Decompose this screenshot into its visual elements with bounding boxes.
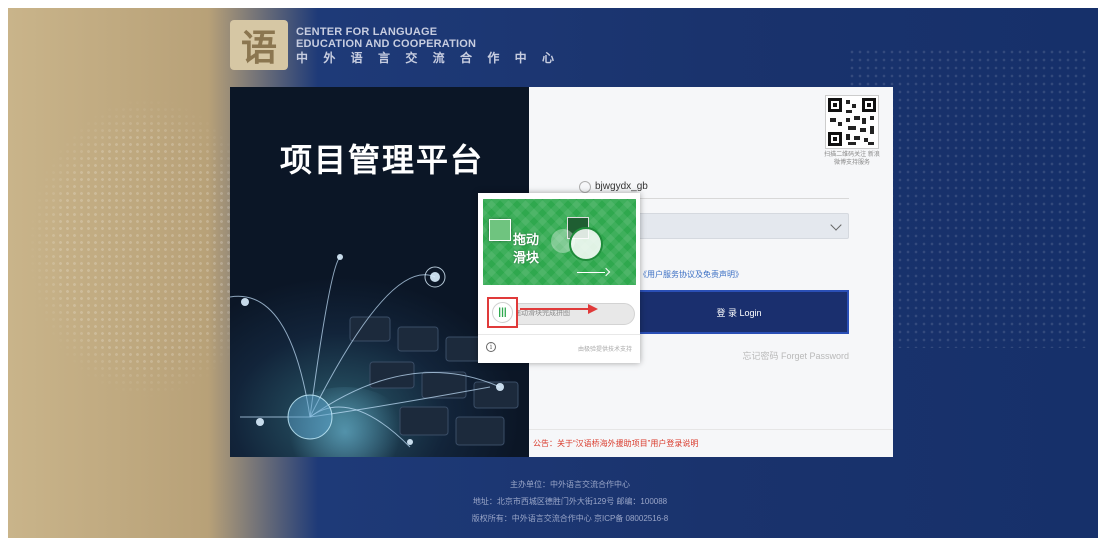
- drag-hint-line-1: 拖动: [513, 232, 540, 247]
- puzzle-piece: [489, 219, 511, 241]
- qr-caption: 扫描二维码关注 新浪微博支持服务: [824, 152, 880, 166]
- footer: 主办单位：中外语言交流合作中心 地址：北京市西城区德胜门外大街129号 邮编：1…: [380, 476, 760, 527]
- captcha-image: 拖动 滑块: [483, 199, 636, 285]
- footer-host: 主办单位：中外语言交流合作中心: [510, 480, 630, 489]
- qr-code-pattern: [828, 98, 876, 146]
- slider-handle[interactable]: |||: [487, 297, 518, 328]
- slider-captcha-popup: 拖动 滑块 拖动滑块完成拼图 ||| i 由极验提供技术支持: [478, 193, 640, 363]
- qr-code: [825, 95, 879, 149]
- captcha-brand-text: 由极验提供技术支持: [577, 347, 632, 353]
- captcha-divider: [478, 334, 640, 335]
- chevron-down-icon: [830, 219, 842, 231]
- forgot-password-link[interactable]: 忘记密码 Forget Password: [742, 349, 849, 362]
- notice-link[interactable]: 公告：关于“汉语桥海外援助项目”用户登录说明: [529, 429, 893, 457]
- logo-line-2: EDUCATION AND COOPERATION: [296, 38, 477, 50]
- terms-link[interactable]: 《用户服务协议及免责声明》: [639, 269, 743, 280]
- platform-title: 项目管理平台: [280, 142, 485, 178]
- username-value: bjwgydx_gb: [595, 181, 648, 192]
- user-icon: [579, 180, 591, 193]
- hand-pointer-icon: [569, 227, 603, 261]
- footer-copyright: 版权所有：中外语言交流合作中心 京ICP备 08002516-8: [471, 514, 669, 523]
- info-icon[interactable]: i: [486, 342, 496, 352]
- logo-text: CENTER FOR LANGUAGE EDUCATION AND COOPER…: [296, 26, 560, 64]
- logo-line-1: CENTER FOR LANGUAGE: [296, 26, 438, 38]
- logo-mark-icon: 语: [230, 20, 288, 70]
- red-arrow-line: [520, 308, 592, 310]
- drag-hint-text: 拖动 滑块: [513, 231, 539, 267]
- logo-line-3: 中 外 语 言 交 流 合 作 中 心: [296, 51, 561, 65]
- footer-address: 地址：北京市西城区德胜门外大街129号 邮编：100088: [472, 497, 668, 506]
- slider-knob[interactable]: |||: [492, 302, 513, 323]
- red-arrow-head-icon: [588, 304, 598, 314]
- drag-hint-line-2: 滑块: [513, 250, 540, 265]
- login-button[interactable]: 登 录 Login: [629, 290, 849, 334]
- arrow-line: [577, 272, 605, 273]
- logo: 语 CENTER FOR LANGUAGE EDUCATION AND COOP…: [230, 20, 560, 70]
